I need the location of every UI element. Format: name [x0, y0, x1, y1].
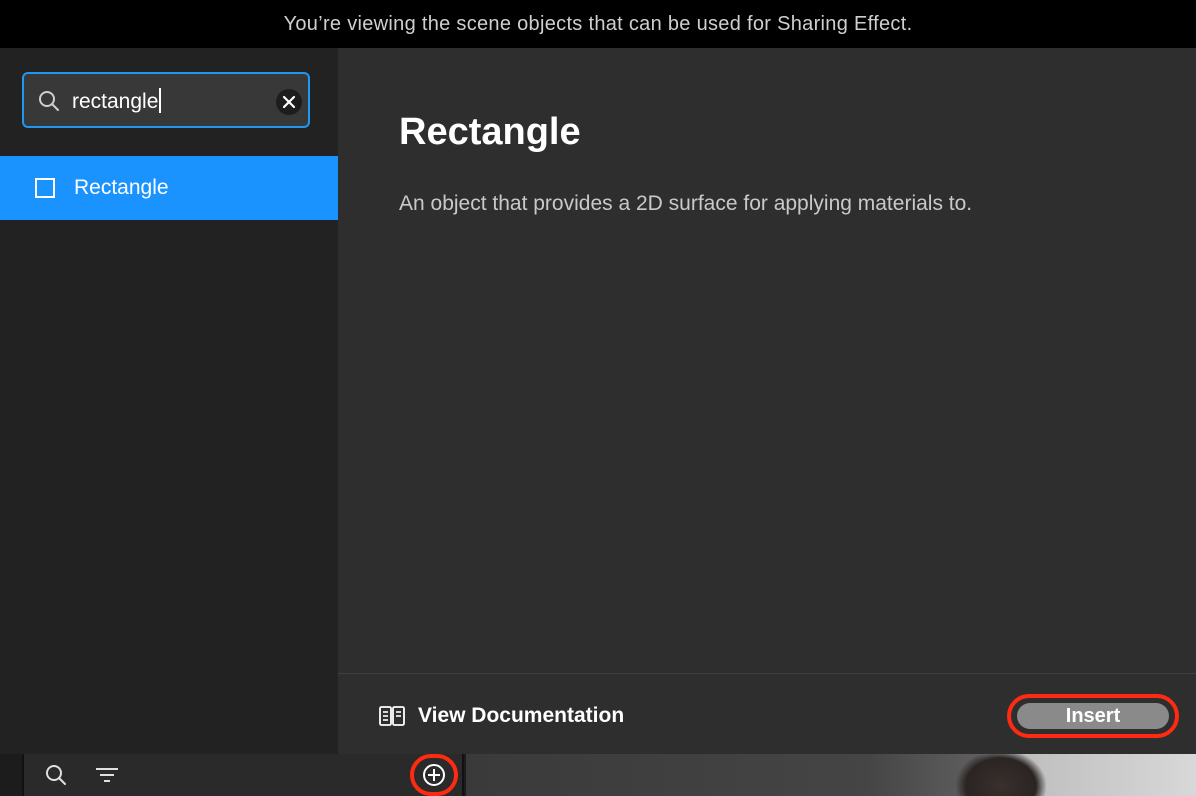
object-detail-panel: Rectangle An object that provides a 2D s…: [338, 48, 1196, 673]
view-documentation-link[interactable]: View Documentation: [378, 702, 624, 730]
result-item-rectangle[interactable]: Rectangle: [0, 156, 338, 220]
scene-toolbar: [22, 754, 464, 796]
insert-button[interactable]: Insert: [1017, 703, 1169, 729]
search-value: rectangle: [72, 90, 159, 113]
search-icon[interactable]: [44, 763, 68, 787]
scene-viewport[interactable]: [466, 754, 1196, 796]
search-icon: [39, 91, 59, 111]
filter-icon[interactable]: [94, 765, 120, 785]
plus-circle-icon[interactable]: [422, 763, 446, 787]
viewport-preview: [956, 754, 1046, 796]
banner-text: You’re viewing the scene objects that ca…: [283, 12, 913, 35]
view-documentation-label: View Documentation: [418, 704, 625, 727]
close-icon: [282, 95, 296, 109]
detail-footer: View Documentation Insert: [338, 673, 1196, 754]
bottom-panels: [0, 754, 1196, 796]
object-title: Rectangle: [399, 111, 581, 153]
square-icon: [35, 178, 55, 198]
text-caret: [159, 88, 162, 113]
book-icon: [379, 706, 405, 726]
object-library-sidebar: rectangle Rectangle: [0, 48, 338, 754]
search-input[interactable]: rectangle: [22, 72, 310, 128]
clear-search-button[interactable]: [276, 89, 302, 115]
result-item-label: Rectangle: [74, 176, 169, 199]
info-banner: You’re viewing the scene objects that ca…: [0, 0, 1196, 48]
object-description: An object that provides a 2D surface for…: [399, 192, 973, 215]
